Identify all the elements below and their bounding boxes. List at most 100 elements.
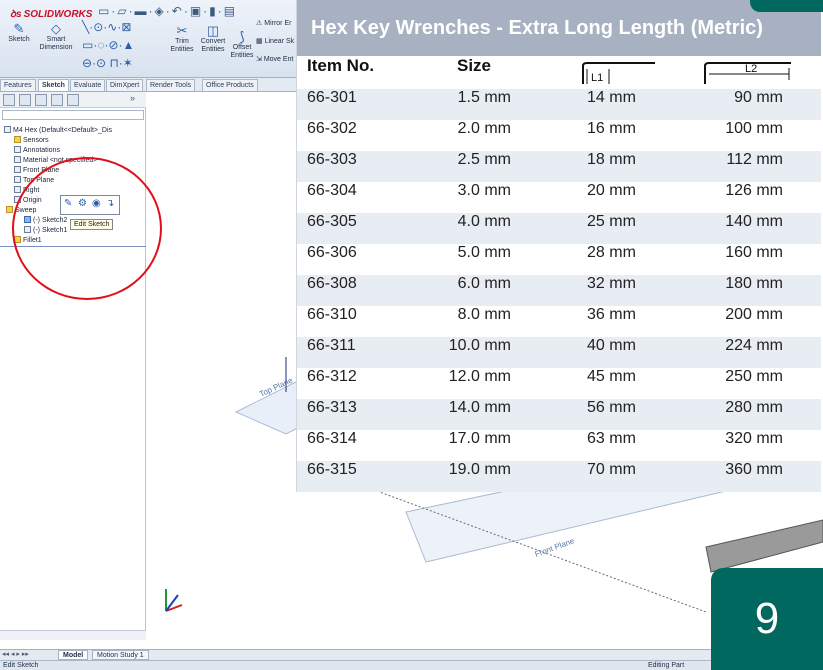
tree-root-part[interactable]: M4 Hex (Default<<Default>_Dis xyxy=(4,126,112,135)
hex-bar-shape xyxy=(705,519,823,573)
cell-size: 19.0 mm xyxy=(448,461,511,478)
cell-l2: 360 mm xyxy=(725,461,783,478)
cell-l1: 18 mm xyxy=(587,151,636,168)
highlight-circle xyxy=(12,157,162,300)
trim-entities-button[interactable]: ✂ Trim Entities xyxy=(168,24,196,54)
table-row: 66-315 19.0 mm 70 mm 360 mm xyxy=(297,461,821,492)
feature-manager-tabs: » xyxy=(0,92,146,108)
l2-dimension-icon: L2 xyxy=(704,62,791,84)
solidworks-logo: ꝺs SOLIDWORKS xyxy=(10,9,93,20)
table-row: 66-302 2.0 mm 16 mm 100 mm xyxy=(297,120,821,151)
cell-l2: 180 mm xyxy=(725,275,783,292)
cell-item-no: 66-311 xyxy=(307,337,356,354)
cell-size: 8.0 mm xyxy=(457,306,511,323)
cell-l2: 200 mm xyxy=(725,306,783,323)
corner-accent xyxy=(750,0,823,12)
reference-triad-icon xyxy=(165,589,183,612)
cell-item-no: 66-312 xyxy=(307,368,357,385)
table-body: 66-301 1.5 mm 14 mm 90 mm 66-302 2.0 mm 16 mm 1… xyxy=(297,89,821,492)
table-row: 66-313 14.0 mm 56 mm 280 mm xyxy=(297,399,821,430)
cell-l1: 20 mm xyxy=(587,182,636,199)
cell-item-no: 66-304 xyxy=(307,182,357,199)
linear-pattern-icon: ▦ xyxy=(256,38,265,45)
expand-panel-icon[interactable]: » xyxy=(130,93,135,103)
cell-item-no: 66-314 xyxy=(307,430,357,447)
plane-icon xyxy=(14,166,21,173)
smart-dimension-button[interactable]: ◇ Smart Dimension xyxy=(36,22,76,52)
dimxpert-manager-icon[interactable] xyxy=(51,94,63,106)
hex-key-table: Hex Key Wrenches - Extra Long Length (Me… xyxy=(296,0,821,492)
tab-render-tools[interactable]: Render Tools xyxy=(146,79,196,91)
status-left-text: Edit Sketch xyxy=(3,662,39,669)
cell-l1: 45 mm xyxy=(587,368,636,385)
cell-l2: 90 mm xyxy=(734,89,783,106)
l1-label: L1 xyxy=(591,72,603,84)
cell-size: 12.0 mm xyxy=(448,368,511,385)
configuration-manager-icon[interactable] xyxy=(35,94,47,106)
cell-item-no: 66-303 xyxy=(307,151,357,168)
cell-l2: 160 mm xyxy=(725,244,783,261)
table-title: Hex Key Wrenches - Extra Long Length (Me… xyxy=(297,0,821,56)
status-bar: Edit Sketch Editing Part xyxy=(0,660,823,670)
trim-icon: ✂ xyxy=(176,23,188,38)
line-tool-icon[interactable]: ╲·⊙·∿·⊠ xyxy=(82,20,131,34)
offset-entities-button[interactable]: ⟆ Offset Entities xyxy=(229,30,255,60)
move-icon: ⇲ xyxy=(256,56,264,63)
cell-l2: 140 mm xyxy=(725,213,783,230)
cell-l2: 320 mm xyxy=(725,430,783,447)
tree-item-sensors[interactable]: Sensors xyxy=(14,136,49,145)
tab-model[interactable]: Model xyxy=(58,650,89,660)
convert-entities-button[interactable]: ◫ Convert Entities xyxy=(198,24,228,54)
mirror-entities-button[interactable]: ⚠ Mirror Er xyxy=(256,20,300,28)
cell-l1: 14 mm xyxy=(587,89,636,106)
cell-size: 10.0 mm xyxy=(448,337,511,354)
table-row: 66-310 8.0 mm 36 mm 200 mm xyxy=(297,306,821,337)
tree-filter-input[interactable] xyxy=(2,110,144,120)
cell-l2: 100 mm xyxy=(725,120,783,137)
tree-item-annotations[interactable]: Annotations xyxy=(14,146,60,155)
material-icon xyxy=(14,156,21,163)
cell-item-no: 66-301 xyxy=(307,89,357,106)
linear-pattern-button[interactable]: ▦ Linear Sk xyxy=(256,38,300,46)
cell-l1: 56 mm xyxy=(587,399,636,416)
tab-nav-arrows-icon[interactable]: ◂◂ ◂ ▸ ▸▸ xyxy=(2,650,29,658)
command-manager-tabs: Features Sketch Evaluate DimXpert Render… xyxy=(0,78,300,92)
table-header-row: Item No. Size L1 L2 xyxy=(297,56,821,89)
cell-l1: 32 mm xyxy=(587,275,636,292)
feature-tree-icon[interactable] xyxy=(3,94,15,106)
cell-size: 1.5 mm xyxy=(457,89,511,106)
rectangle-tool-icon[interactable]: ▭·◌·⊘·▲ xyxy=(82,38,134,52)
move-entities-button[interactable]: ⇲ Move Ent xyxy=(256,56,300,64)
feature-tree-scrollbar[interactable] xyxy=(0,630,146,640)
l1-dimension-icon: L1 xyxy=(582,62,655,84)
display-manager-icon[interactable] xyxy=(67,94,79,106)
tab-sketch[interactable]: Sketch xyxy=(38,79,69,91)
cell-l1: 40 mm xyxy=(587,337,636,354)
cell-l2: 250 mm xyxy=(725,368,783,385)
table-row: 66-312 12.0 mm 45 mm 250 mm xyxy=(297,368,821,399)
cell-item-no: 66-306 xyxy=(307,244,357,261)
status-right-text: Editing Part xyxy=(648,662,685,669)
tab-features[interactable]: Features xyxy=(0,79,36,91)
sketch-button[interactable]: ✎ Sketch xyxy=(4,22,34,44)
quick-access-toolbar[interactable]: ▭·▱·▬·◈·↶·▣·▮·▤ xyxy=(98,4,237,18)
cell-size: 5.0 mm xyxy=(457,244,511,261)
cell-size: 4.0 mm xyxy=(457,213,511,230)
cell-item-no: 66-308 xyxy=(307,275,357,292)
sweep-icon xyxy=(6,206,13,213)
cell-size: 2.5 mm xyxy=(457,151,511,168)
tab-evaluate[interactable]: Evaluate xyxy=(70,79,106,91)
cell-size: 17.0 mm xyxy=(448,430,511,447)
tab-dimxpert[interactable]: DimXpert xyxy=(106,79,144,91)
tab-office-products[interactable]: Office Products xyxy=(202,79,258,91)
table-row: 66-305 4.0 mm 25 mm 140 mm xyxy=(297,213,821,244)
table-row: 66-304 3.0 mm 20 mm 126 mm xyxy=(297,182,821,213)
slot-tool-icon[interactable]: ⊖·⊙ ⊓·✶ xyxy=(82,56,133,70)
part-icon xyxy=(4,126,11,133)
cell-l1: 36 mm xyxy=(587,306,636,323)
table-row: 66-303 2.5 mm 18 mm 112 mm xyxy=(297,151,821,182)
property-manager-icon[interactable] xyxy=(19,94,31,106)
tab-motion-study[interactable]: Motion Study 1 xyxy=(92,650,149,660)
cell-l1: 70 mm xyxy=(587,461,636,478)
sketch-icon: ✎ xyxy=(13,21,25,36)
